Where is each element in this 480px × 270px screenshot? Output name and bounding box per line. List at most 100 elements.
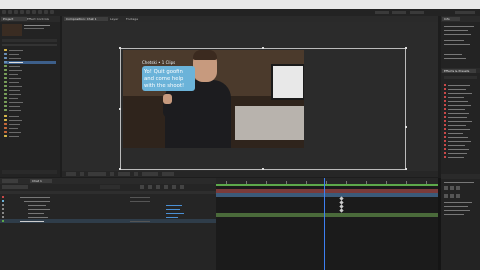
effects-search-input[interactable] <box>444 76 477 79</box>
transform-handle[interactable] <box>405 126 407 128</box>
shape-tool-icon[interactable] <box>38 10 42 14</box>
text-tool-icon[interactable] <box>50 10 54 14</box>
rotate-tool-icon[interactable] <box>20 10 24 14</box>
tab-render-queue[interactable] <box>2 179 18 183</box>
tab-chat-comp[interactable]: Chat 1 <box>30 179 52 183</box>
list-item[interactable] <box>4 81 56 84</box>
camera-tool-icon[interactable] <box>26 10 30 14</box>
list-item[interactable] <box>4 101 56 104</box>
list-item[interactable] <box>4 105 56 108</box>
current-time-indicator[interactable] <box>324 178 325 270</box>
draft-3d-icon[interactable] <box>148 185 152 189</box>
timecode-display[interactable] <box>2 185 28 189</box>
list-item[interactable] <box>444 128 478 131</box>
layer-bar[interactable] <box>216 213 438 217</box>
tab-effect-controls[interactable]: Effect Controls <box>25 17 62 21</box>
list-item[interactable] <box>4 53 56 56</box>
view-layout-dropdown[interactable] <box>162 172 174 176</box>
transform-handle[interactable] <box>262 168 264 170</box>
transform-handle[interactable] <box>405 47 407 49</box>
list-item[interactable] <box>444 84 478 87</box>
list-item[interactable] <box>444 124 478 127</box>
list-item[interactable] <box>4 61 56 64</box>
align-right-icon[interactable] <box>456 186 460 190</box>
list-item[interactable] <box>4 135 56 138</box>
motion-blur-icon[interactable] <box>172 185 176 189</box>
list-item[interactable] <box>4 123 56 126</box>
list-item[interactable] <box>444 132 478 135</box>
resolution-dropdown[interactable] <box>118 172 130 176</box>
list-item[interactable] <box>4 73 56 76</box>
list-item[interactable] <box>444 104 478 107</box>
work-area-bar[interactable] <box>216 184 438 186</box>
list-item[interactable] <box>4 127 56 130</box>
list-item[interactable] <box>444 92 478 95</box>
list-item[interactable] <box>4 49 56 52</box>
list-item[interactable] <box>444 100 478 103</box>
transform-handle[interactable] <box>405 168 407 170</box>
list-item[interactable] <box>4 131 56 134</box>
snapshot-icon[interactable] <box>110 172 114 176</box>
list-item[interactable] <box>4 57 56 60</box>
list-item[interactable] <box>444 152 478 155</box>
list-item[interactable] <box>4 109 56 112</box>
list-item[interactable] <box>444 96 478 99</box>
magnification-dropdown[interactable] <box>66 172 76 176</box>
pen-tool-icon[interactable] <box>44 10 48 14</box>
frame-blending-icon[interactable] <box>164 185 168 189</box>
align-center-icon[interactable] <box>450 186 454 190</box>
hand-tool-icon[interactable] <box>8 10 12 14</box>
pan-behind-tool-icon[interactable] <box>32 10 36 14</box>
distribute-top-icon[interactable] <box>444 194 448 198</box>
transform-handle[interactable] <box>262 47 264 49</box>
selection-tool-icon[interactable] <box>2 10 6 14</box>
distribute-bottom-icon[interactable] <box>456 194 460 198</box>
tab-composition[interactable]: Composition: Chat 1 <box>64 17 108 21</box>
active-camera-dropdown[interactable] <box>142 172 158 176</box>
comp-flowchart-icon[interactable] <box>140 185 144 189</box>
list-item[interactable] <box>444 156 478 159</box>
shy-layers-icon[interactable] <box>156 185 160 189</box>
transform-handle[interactable] <box>119 108 121 110</box>
layer-bar[interactable] <box>216 193 438 197</box>
list-item[interactable] <box>444 116 478 119</box>
list-item[interactable] <box>4 77 56 80</box>
list-item[interactable] <box>444 148 478 151</box>
tab-info[interactable]: Info <box>442 17 460 21</box>
list-item[interactable] <box>4 69 56 72</box>
list-item[interactable] <box>444 112 478 115</box>
table-row[interactable] <box>0 219 216 223</box>
transform-handle[interactable] <box>119 47 121 49</box>
zoom-tool-icon[interactable] <box>14 10 18 14</box>
search-help-field[interactable] <box>455 11 475 14</box>
list-item[interactable] <box>444 140 478 143</box>
tab-layer[interactable]: Layer <box>108 17 124 21</box>
list-item[interactable] <box>4 85 56 88</box>
distribute-middle-icon[interactable] <box>450 194 454 198</box>
graph-editor-icon[interactable] <box>180 185 184 189</box>
align-left-icon[interactable] <box>444 186 448 190</box>
list-item[interactable] <box>4 89 56 92</box>
tab-footage[interactable]: Footage <box>124 17 144 21</box>
workspace-small-screen[interactable] <box>410 11 424 14</box>
list-item[interactable] <box>4 65 56 68</box>
list-item[interactable] <box>444 120 478 123</box>
workspace-standard[interactable] <box>392 11 406 14</box>
menu-bar[interactable] <box>0 0 480 9</box>
list-item[interactable] <box>444 88 478 91</box>
list-item[interactable] <box>4 115 56 118</box>
list-item[interactable] <box>4 93 56 96</box>
region-of-interest-icon[interactable] <box>134 172 138 176</box>
current-time-display[interactable] <box>88 172 106 176</box>
list-item[interactable] <box>444 136 478 139</box>
tab-effects-presets[interactable]: Effects & Presets <box>442 68 476 73</box>
workspace-default[interactable] <box>375 11 389 14</box>
list-item[interactable] <box>4 97 56 100</box>
list-item[interactable] <box>444 108 478 111</box>
list-item[interactable] <box>444 144 478 147</box>
tab-project[interactable]: Project <box>1 17 27 21</box>
project-search-input[interactable] <box>2 39 57 42</box>
time-ruler[interactable] <box>216 178 438 186</box>
timeline-search-input[interactable] <box>100 185 120 189</box>
transform-handle[interactable] <box>119 168 121 170</box>
